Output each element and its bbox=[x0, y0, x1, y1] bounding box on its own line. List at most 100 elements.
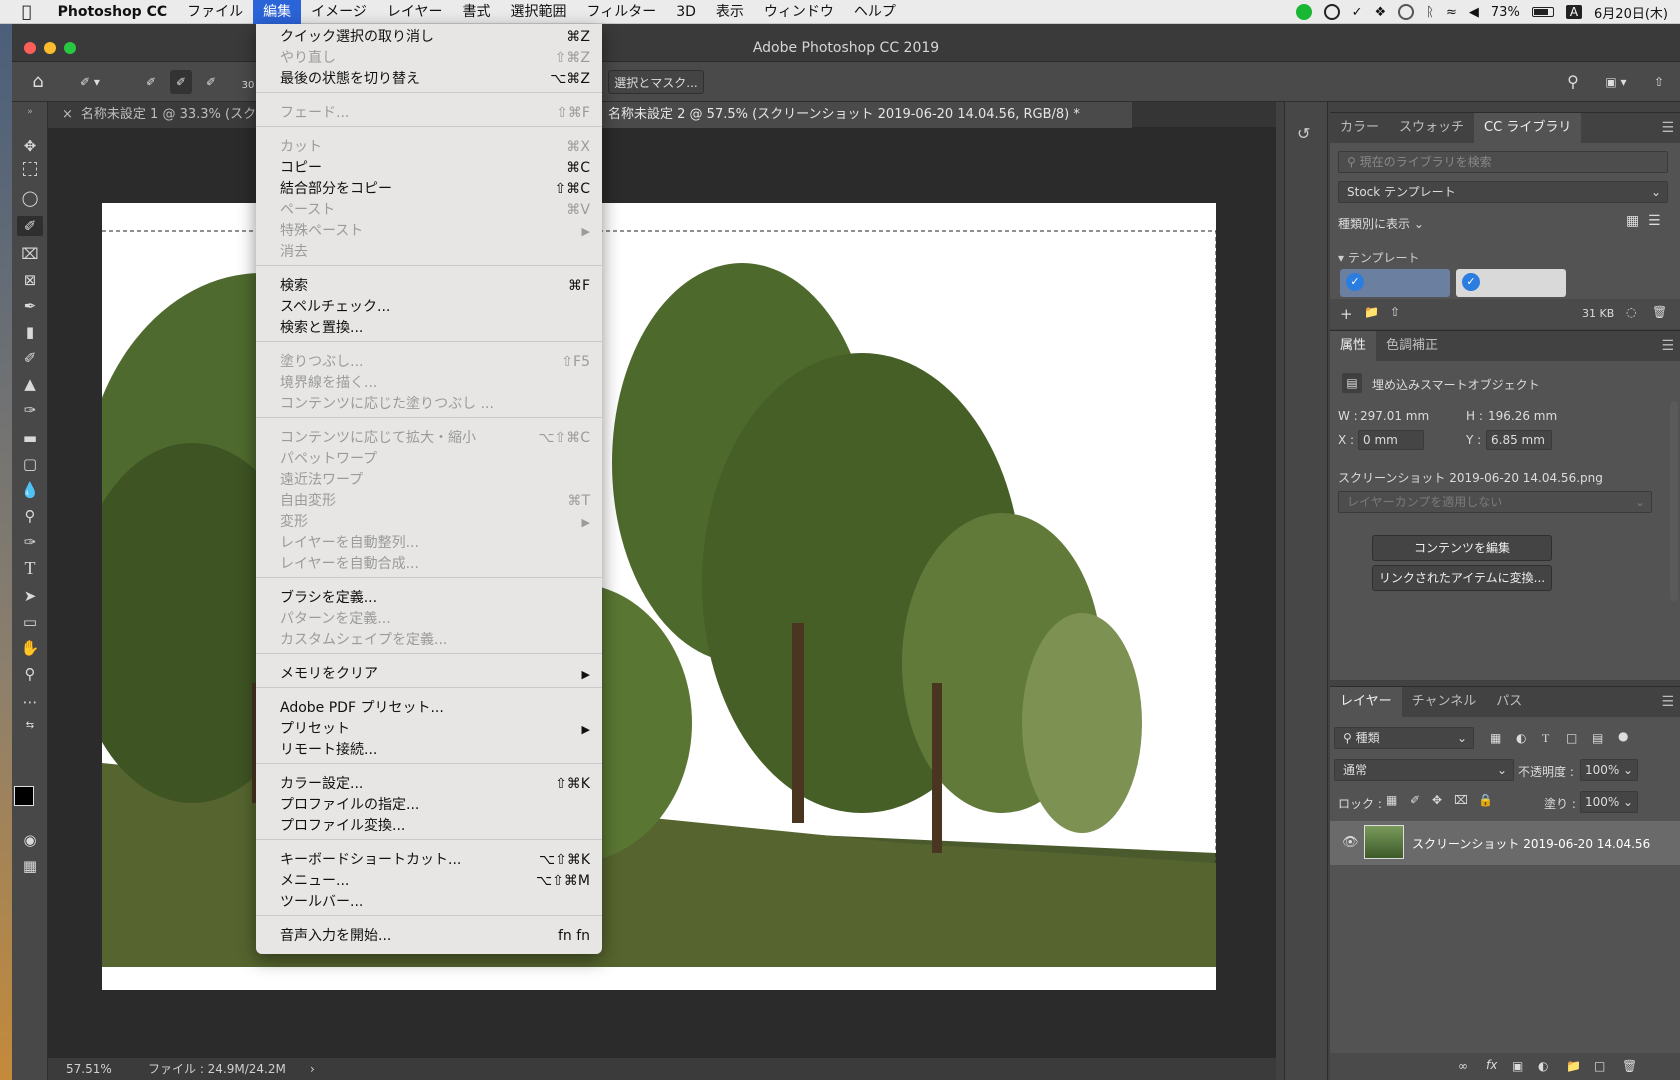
move-tool-icon[interactable]: ✥ bbox=[20, 136, 40, 156]
type-tool-icon[interactable]: T bbox=[20, 558, 40, 578]
select-and-mask-button[interactable]: 選択とマスク... bbox=[608, 70, 704, 94]
layer-comp-select[interactable]: レイヤーカンプを適用しない ⌄ bbox=[1338, 491, 1652, 513]
tab-paths[interactable]: パス bbox=[1486, 687, 1532, 717]
new-group-icon[interactable]: 📁 bbox=[1566, 1059, 1581, 1073]
edit-menu-item[interactable]: メニュー... ⌥⇧⌘M bbox=[256, 871, 602, 892]
tab-channels[interactable]: チャンネル bbox=[1402, 687, 1487, 717]
foreground-color-swatch[interactable] bbox=[14, 786, 34, 806]
eraser-tool-icon[interactable]: ▬ bbox=[20, 428, 40, 448]
edit-menu-item[interactable]: 音声入力を開始... fn fn bbox=[256, 926, 602, 947]
tab-color[interactable]: カラー bbox=[1330, 113, 1389, 143]
menu-app-name[interactable]: Photoshop CC bbox=[48, 0, 178, 24]
panel-menu-icon[interactable]: ☰ bbox=[1661, 120, 1674, 136]
trash-icon[interactable]: 🗑 bbox=[1652, 305, 1667, 319]
menubar-date[interactable]: 6月20日(木) bbox=[1594, 3, 1668, 22]
library-search-input[interactable]: ⚲ 現在のライブラリを検索 bbox=[1338, 151, 1668, 173]
line-icon[interactable] bbox=[1295, 4, 1312, 20]
input-mode-indicator[interactable]: A bbox=[1565, 5, 1583, 19]
lock-position-icon[interactable]: ✥ bbox=[1432, 793, 1442, 807]
edit-menu-item[interactable]: メモリをクリア ▶ bbox=[256, 664, 602, 685]
battery-icon[interactable] bbox=[1531, 7, 1554, 17]
edit-menu-item[interactable]: スペルチェック... bbox=[256, 297, 602, 318]
minimize-window-button[interactable] bbox=[44, 42, 56, 54]
creative-cloud-icon[interactable] bbox=[1323, 4, 1340, 20]
dropbox-icon[interactable]: ❖ bbox=[1375, 5, 1387, 20]
rectangle-tool-icon[interactable]: ▭ bbox=[20, 612, 40, 632]
eyedropper-tool-icon[interactable]: ✒ bbox=[20, 296, 40, 316]
edit-contents-button[interactable]: コンテンツを編集 bbox=[1372, 535, 1552, 561]
edit-menu-item[interactable]: ブラシを定義... bbox=[256, 588, 602, 609]
sync-icon[interactable]: ◌ bbox=[1626, 305, 1636, 319]
fill-input[interactable]: 100% ⌄ bbox=[1580, 791, 1638, 813]
opacity-input[interactable]: 100% ⌄ bbox=[1580, 759, 1638, 781]
workspace-icon[interactable]: ▣ ▾ bbox=[1598, 70, 1634, 94]
history-brush-tool-icon[interactable]: ✑ bbox=[20, 400, 40, 420]
edit-menu-item[interactable]: リモート接続... bbox=[256, 740, 602, 761]
close-tab-icon[interactable]: × bbox=[62, 107, 73, 122]
new-layer-icon[interactable]: □ bbox=[1594, 1059, 1605, 1073]
edit-menu-item[interactable]: Adobe PDF プリセット... bbox=[256, 698, 602, 719]
layer-filter-select[interactable]: ⚲ 種類 ⌄ bbox=[1334, 727, 1474, 749]
filter-smartobject-icon[interactable]: ▤ bbox=[1592, 731, 1603, 745]
filter-type-icon[interactable]: T bbox=[1542, 731, 1549, 746]
edit-menu-item[interactable]: 検索 ⌘F bbox=[256, 276, 602, 297]
menu-window[interactable]: ウィンドウ bbox=[754, 0, 844, 24]
convert-to-linked-button[interactable]: リンクされたアイテムに変換... bbox=[1372, 565, 1552, 591]
add-selection-brush-icon[interactable]: ✐ bbox=[170, 70, 192, 94]
menu-help[interactable]: ヘルプ bbox=[844, 0, 906, 24]
hand-tool-icon[interactable]: ✋ bbox=[20, 638, 40, 658]
subtract-selection-brush-icon[interactable]: ✐ bbox=[200, 70, 222, 94]
menu-type[interactable]: 書式 bbox=[452, 0, 500, 24]
edit-menu-item[interactable]: クイック選択の取り消し ⌘Z bbox=[256, 27, 602, 48]
menu-image[interactable]: イメージ bbox=[301, 0, 377, 24]
list-view-icon[interactable]: ☰ bbox=[1648, 213, 1661, 229]
tab-properties[interactable]: 属性 bbox=[1330, 331, 1377, 361]
history-panel-icon[interactable]: ↺ bbox=[1297, 124, 1310, 143]
wifi-icon[interactable]: ≈ bbox=[1446, 5, 1457, 20]
layer-name[interactable]: スクリーンショット 2019-06-20 14.04.56 bbox=[1412, 835, 1650, 852]
status-expand-icon[interactable]: › bbox=[310, 1058, 315, 1080]
edit-menu-item[interactable]: 最後の状態を切り替え ⌥⌘Z bbox=[256, 69, 602, 90]
tool-preset-picker[interactable]: ✐ ▾ bbox=[70, 70, 110, 94]
tab-layers[interactable]: レイヤー bbox=[1330, 687, 1402, 717]
grid-view-icon[interactable]: ▦ bbox=[1626, 213, 1639, 229]
fx-icon[interactable]: fx bbox=[1486, 1058, 1497, 1072]
lasso-tool-icon[interactable]: ◯ bbox=[20, 188, 40, 208]
x-input[interactable]: 0 mm bbox=[1358, 430, 1424, 450]
clone-stamp-tool-icon[interactable]: ▲ bbox=[20, 374, 40, 394]
file-size-info[interactable]: ファイル : 24.9M/24.2M bbox=[148, 1058, 286, 1080]
pen-tool-icon[interactable]: ✑ bbox=[20, 532, 40, 552]
menu-3d[interactable]: 3D bbox=[666, 0, 706, 24]
template-thumbnail-2[interactable]: ✓ bbox=[1456, 269, 1566, 297]
marquee-tool-icon[interactable] bbox=[23, 162, 37, 176]
edit-toolbar-icon[interactable]: ⋯ bbox=[20, 692, 40, 712]
upload-icon[interactable]: ⇧ bbox=[1390, 305, 1400, 319]
menu-view[interactable]: 表示 bbox=[706, 0, 754, 24]
edit-menu-item[interactable]: ツールバー... bbox=[256, 892, 602, 913]
lock-transparency-icon[interactable]: ▦ bbox=[1386, 793, 1397, 807]
beats-icon[interactable] bbox=[1398, 4, 1415, 20]
path-selection-tool-icon[interactable]: ➤ bbox=[20, 586, 40, 606]
panel-menu-icon[interactable]: ☰ bbox=[1661, 694, 1674, 710]
folder-icon[interactable]: 📁 bbox=[1364, 305, 1379, 319]
healing-brush-tool-icon[interactable]: ▮ bbox=[20, 322, 40, 342]
crop-tool-icon[interactable]: ⌧ bbox=[20, 244, 40, 264]
screen-mode-icon[interactable]: ▦ bbox=[20, 856, 40, 876]
filter-shape-icon[interactable]: □ bbox=[1566, 731, 1577, 745]
properties-scrollbar[interactable] bbox=[1670, 401, 1678, 601]
zoom-level[interactable]: 57.51% bbox=[66, 1058, 112, 1080]
edit-menu-item[interactable]: キーボードショートカット... ⌥⇧⌘K bbox=[256, 850, 602, 871]
lock-all-icon[interactable]: 🔒 bbox=[1478, 793, 1493, 807]
bluetooth-icon[interactable]: ᚱ bbox=[1426, 5, 1434, 20]
filter-pixel-icon[interactable]: ▦ bbox=[1490, 731, 1501, 745]
quick-selection-tool-icon[interactable]: ✐ bbox=[17, 216, 43, 236]
brush-tool-icon[interactable]: ✐ bbox=[20, 348, 40, 368]
blur-tool-icon[interactable]: 💧 bbox=[20, 480, 40, 500]
home-icon[interactable]: ⌂ bbox=[26, 70, 50, 94]
swap-colors-icon[interactable]: ⇆ bbox=[20, 716, 40, 736]
edit-menu-item[interactable]: 結合部分をコピー ⇧⌘C bbox=[256, 179, 602, 200]
filter-adjustment-icon[interactable]: ◐ bbox=[1516, 731, 1526, 745]
filter-toggle-icon[interactable]: ● bbox=[1618, 729, 1628, 743]
menu-file[interactable]: ファイル bbox=[177, 0, 253, 24]
lock-pixels-icon[interactable]: ✐ bbox=[1410, 793, 1420, 807]
